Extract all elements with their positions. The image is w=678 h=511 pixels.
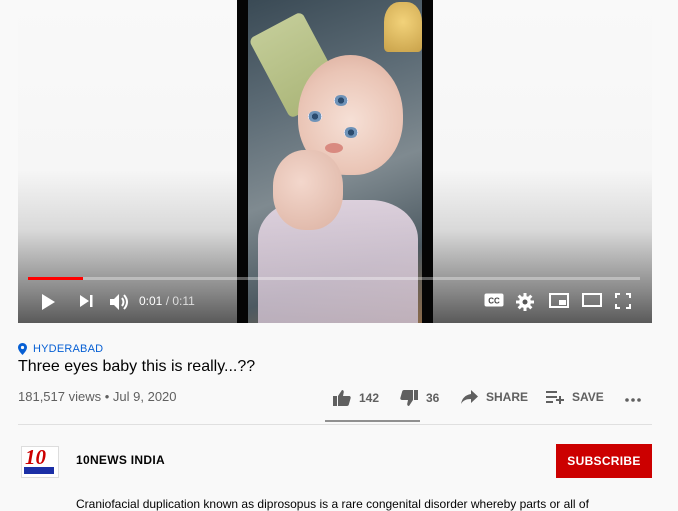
mouth [325, 143, 343, 153]
right-eye [344, 127, 358, 138]
settings-button[interactable] [516, 293, 534, 311]
share-button[interactable]: SHARE [461, 390, 528, 404]
theater-mode-button[interactable] [582, 293, 602, 307]
video-title: Three eyes baby this is really...?? [18, 358, 256, 375]
more-actions-button[interactable] [624, 392, 642, 404]
more-horizontal-icon [625, 398, 641, 402]
play-button[interactable] [40, 293, 56, 311]
thumbs-up-icon [333, 390, 351, 406]
current-time: 0:01 [139, 294, 163, 308]
progress-bar[interactable] [28, 277, 640, 280]
share-label: SHARE [486, 390, 529, 404]
video-player[interactable]: 0:01 / 0:11 CC [18, 0, 652, 323]
channel-avatar[interactable]: 10 [21, 445, 59, 478]
playlist-add-icon [546, 391, 564, 404]
play-icon [42, 294, 55, 310]
next-button[interactable] [78, 293, 94, 309]
location-link[interactable]: HYDERABAD [18, 343, 103, 355]
like-count: 142 [359, 391, 380, 405]
center-eye [334, 95, 348, 106]
channel-name[interactable]: 10NEWS INDIA [76, 453, 165, 467]
miniplayer-icon [549, 293, 569, 308]
cc-text: CC [488, 297, 500, 306]
section-divider [18, 424, 652, 425]
dislike-count: 36 [426, 391, 440, 405]
gear-icon [516, 293, 534, 311]
location-label: HYDERABAD [33, 343, 104, 355]
next-icon [80, 295, 93, 307]
progress-fill [28, 277, 84, 280]
video-thumbnail-frame [248, 0, 422, 323]
time-display: 0:01 / 0:11 [139, 294, 195, 308]
theater-icon [582, 293, 602, 307]
action-bar: 142 36 SHARE SAVE [0, 390, 678, 412]
volume-icon [110, 294, 128, 310]
time-separator: / [162, 294, 173, 308]
volume-button[interactable] [109, 293, 129, 311]
channel-logo-bar [24, 467, 54, 474]
miniplayer-button[interactable] [549, 293, 569, 308]
dislike-button[interactable]: 36 [400, 390, 439, 406]
baby-hand [273, 150, 343, 230]
location-pin-icon [18, 343, 27, 355]
video-frame[interactable] [237, 0, 433, 323]
left-eye [308, 111, 322, 122]
fullscreen-button[interactable] [615, 293, 631, 309]
sentiment-bar [325, 420, 420, 422]
total-time: 0:11 [172, 294, 195, 308]
share-arrow-icon [461, 390, 478, 404]
toy-crown [384, 2, 422, 52]
like-button[interactable]: 142 [333, 390, 379, 406]
thumbs-down-icon [400, 390, 418, 406]
captions-icon: CC [484, 293, 504, 307]
fullscreen-icon [615, 293, 631, 309]
save-label: SAVE [572, 390, 604, 404]
captions-button[interactable]: CC [484, 293, 504, 307]
save-button[interactable]: SAVE [546, 390, 604, 404]
subscribe-button[interactable]: SUBSCRIBE [556, 444, 652, 478]
player-controls: 0:01 / 0:11 CC [18, 277, 652, 323]
